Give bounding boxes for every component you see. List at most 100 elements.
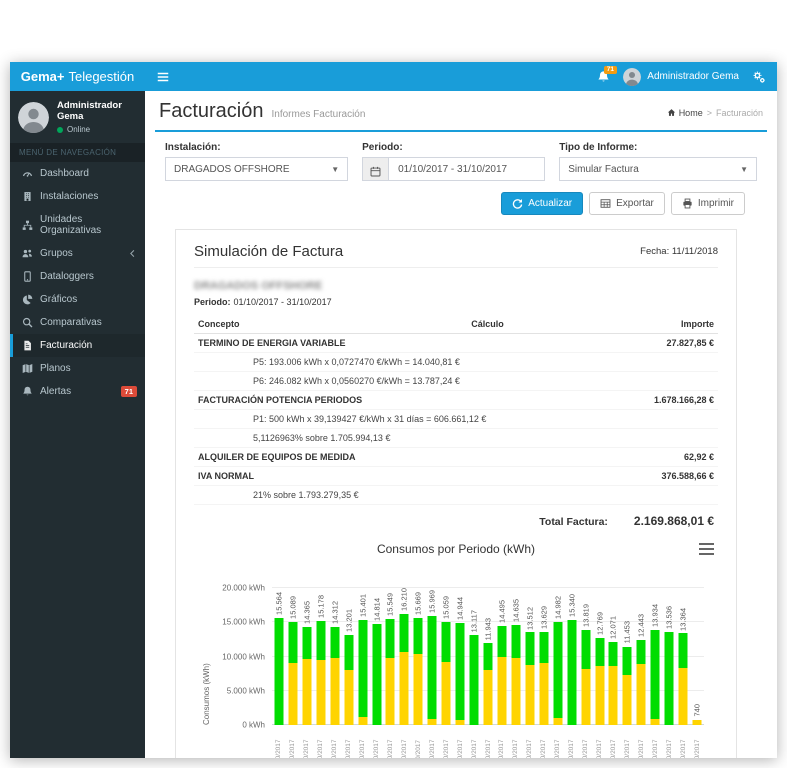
chart-bar-22-10-2017[interactable] <box>567 620 576 725</box>
chart-bar-16-10-2017[interactable] <box>484 643 493 725</box>
instalacion-select[interactable]: DRAGADOS OFFSHORE ▼ <box>165 157 348 181</box>
bar-segment-p3 <box>637 640 646 665</box>
bar-segment-p2 <box>497 657 506 725</box>
page-title: Facturación <box>159 100 264 123</box>
exportar-button[interactable]: Exportar <box>589 192 665 215</box>
users-icon <box>22 248 33 259</box>
chart-bar-04-10-2017[interactable] <box>316 621 325 725</box>
pie-chart-icon <box>22 294 33 305</box>
sidebar-toggle-icon[interactable] <box>156 70 170 84</box>
chart-x-tick: 24/10/2017 <box>593 728 607 758</box>
bar-segment-p3 <box>525 632 534 665</box>
chart-x-tick: 31/10/2017 <box>690 728 704 758</box>
chart-bar-29-10-2017[interactable] <box>665 632 674 725</box>
chart-bar-25-10-2017[interactable] <box>609 642 618 725</box>
chart-bar-14-10-2017[interactable] <box>456 623 465 725</box>
sidebar-item-planos[interactable]: Planos <box>10 357 145 380</box>
navbar: 71 Administrador Gema <box>145 62 777 91</box>
bar-segment-p3 <box>442 622 451 662</box>
bar-segment-p3 <box>665 632 674 725</box>
chart-bar-18-10-2017[interactable] <box>511 625 520 725</box>
alert-count-badge: 71 <box>121 386 137 397</box>
bar-segment-p2 <box>428 719 437 725</box>
chart-bar-03-10-2017[interactable] <box>302 627 311 725</box>
settings-gears-icon[interactable] <box>752 70 766 84</box>
bar-segment-p3 <box>497 626 506 658</box>
bar-segment-p2 <box>679 668 688 725</box>
chart-bar-28-10-2017[interactable] <box>651 630 660 725</box>
invoice-row: P5: 193.006 kWh x 0,0727470 €/kWh = 14.0… <box>194 353 718 372</box>
chart-bar-value-label: 15.178 <box>317 595 325 618</box>
sidebar-item-unidades-organizativas[interactable]: Unidades Organizativas <box>10 208 145 242</box>
bar-segment-p3 <box>288 622 297 663</box>
chart-bar-slot: 12.769 <box>593 588 607 725</box>
chart-bar-07-10-2017[interactable] <box>358 620 367 725</box>
notification-count-badge: 71 <box>604 66 616 75</box>
chart-bar-09-10-2017[interactable] <box>386 619 395 725</box>
chart-bar-slot: 15.089 <box>286 588 300 725</box>
sidebar-item-graficos[interactable]: Gráficos <box>10 288 145 311</box>
chart-bar-13-10-2017[interactable] <box>442 622 451 725</box>
chart-y-axis-title: Consumos (kWh) <box>202 588 211 725</box>
chart-bar-value-label: 12.443 <box>638 614 646 637</box>
bar-segment-p2 <box>525 665 534 725</box>
actualizar-button[interactable]: Actualizar <box>501 192 583 215</box>
invoice-row: 21% sobre 1.793.279,35 € <box>194 486 718 505</box>
chart-bar-19-10-2017[interactable] <box>525 632 534 725</box>
chart-bar-11-10-2017[interactable] <box>414 618 423 725</box>
chart-bar-10-10-2017[interactable] <box>400 614 409 725</box>
chart-bar-20-10-2017[interactable] <box>539 632 548 725</box>
chart-bar-slot: 14.982 <box>551 588 565 725</box>
chart-bar-27-10-2017[interactable] <box>637 640 646 725</box>
notifications-button[interactable]: 71 <box>597 70 610 84</box>
chart-bar-05-10-2017[interactable] <box>330 627 339 725</box>
chart-bar-value-label: 14.635 <box>512 599 520 622</box>
chart-bar-21-10-2017[interactable] <box>553 622 562 725</box>
chart-bar-value-label: 14.495 <box>498 600 506 623</box>
chart-bar-31-10-2017[interactable] <box>693 720 702 725</box>
chart-bar-01-10-2017[interactable] <box>274 618 283 725</box>
sidebar-item-comparativas[interactable]: Comparativas <box>10 311 145 334</box>
periodo-label: Periodo: <box>362 142 545 153</box>
bar-segment-p3 <box>623 647 632 676</box>
chart-bar-02-10-2017[interactable] <box>288 622 297 725</box>
chart-bar-06-10-2017[interactable] <box>344 635 353 725</box>
chart-bar-15-10-2017[interactable] <box>470 635 479 725</box>
chart-bar-26-10-2017[interactable] <box>623 647 632 725</box>
breadcrumb-home-link[interactable]: Home <box>667 108 703 118</box>
chart-bar-slot: 12.443 <box>634 588 648 725</box>
sidebar-item-facturacion[interactable]: Facturación <box>10 334 145 357</box>
chart-bar-12-10-2017[interactable] <box>428 616 437 725</box>
chart-bar-value-label: 11.453 <box>624 621 632 643</box>
bar-segment-p2 <box>288 663 297 725</box>
chart-bar-17-10-2017[interactable] <box>497 626 506 725</box>
chart-bar-slot: 14.312 <box>328 588 342 725</box>
sidebar-item-alertas[interactable]: Alertas71 <box>10 380 145 403</box>
tipo-informe-select[interactable]: Simular Factura ▼ <box>559 157 757 181</box>
sidebar-item-grupos[interactable]: Grupos <box>10 242 145 265</box>
chart-bar-slot: 13.819 <box>579 588 593 725</box>
periodo-daterange-input[interactable]: 01/10/2017 - 31/10/2017 <box>362 157 545 181</box>
sidebar-item-dashboard[interactable]: Dashboard <box>10 162 145 185</box>
chart-bar-08-10-2017[interactable] <box>372 624 381 725</box>
imprimir-button[interactable]: Imprimir <box>671 192 745 215</box>
bar-segment-p2 <box>456 720 465 725</box>
sidebar-item-label: Planos <box>40 363 71 374</box>
bar-segment-p2 <box>302 659 311 725</box>
chart-bar-value-label: 15.669 <box>415 592 423 615</box>
sidebar-menu-label: MENÚ DE NAVEGACIÓN <box>10 143 145 162</box>
chart-bar-23-10-2017[interactable] <box>581 630 590 725</box>
user-menu[interactable]: Administrador Gema <box>623 68 739 86</box>
chart-menu-icon[interactable] <box>699 543 714 555</box>
sidebar-item-instalaciones[interactable]: Instalaciones <box>10 185 145 208</box>
brand-logo[interactable]: Gema+ Telegestión <box>10 62 145 91</box>
chart-bar-30-10-2017[interactable] <box>679 633 688 725</box>
chart-x-tick: 12/10/2017 <box>425 728 439 758</box>
row-importe: 376.588,66 € <box>584 471 714 481</box>
chart-bar-24-10-2017[interactable] <box>595 638 604 725</box>
brand-rest: Telegestión <box>68 69 134 84</box>
sidebar-item-dataloggers[interactable]: Dataloggers <box>10 265 145 288</box>
row-importe <box>584 433 714 443</box>
chart-bar-slot: 14.814 <box>370 588 384 725</box>
chart-bar-slot: 13.117 <box>467 588 481 725</box>
